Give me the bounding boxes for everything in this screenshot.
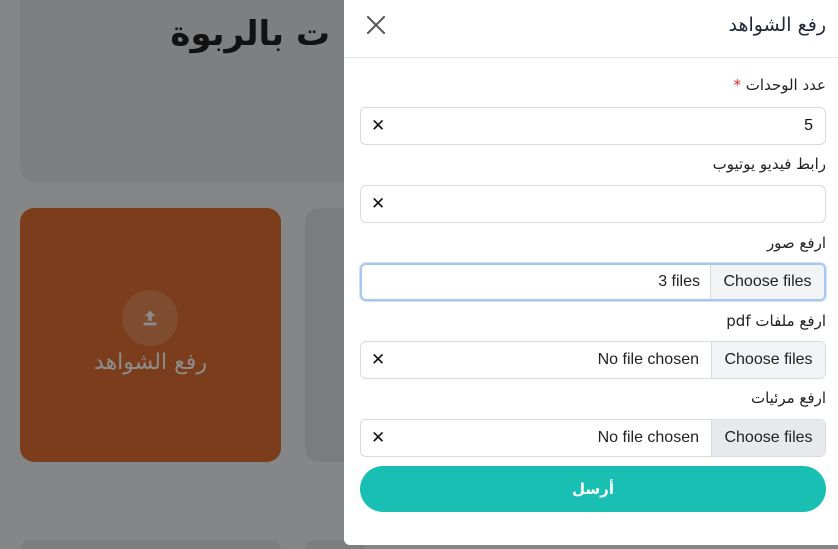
close-icon[interactable]: [364, 13, 388, 37]
required-mark: *: [733, 76, 742, 94]
choose-files-button[interactable]: Choose files: [711, 342, 825, 378]
clear-icon[interactable]: ✕: [371, 194, 389, 214]
units-input[interactable]: ✕ 5: [360, 107, 826, 145]
choose-files-button[interactable]: Choose files: [711, 420, 825, 456]
units-label: عدد الوحدات *: [733, 76, 826, 94]
file-status: 3 files: [658, 273, 700, 290]
submit-button[interactable]: أرسل: [360, 466, 826, 512]
images-file-input[interactable]: Choose files 3 files: [360, 263, 826, 301]
pdf-label: ارفع ملفات pdf: [726, 312, 826, 330]
choose-files-button[interactable]: Choose files: [710, 265, 824, 299]
clear-icon[interactable]: ✕: [371, 116, 389, 136]
videos-label: ارفع مرئيات: [750, 389, 826, 407]
file-status: No file chosen: [597, 429, 699, 446]
pdf-file-input[interactable]: ✕ Choose files No file chosen: [360, 341, 826, 379]
youtube-url-input[interactable]: ✕: [360, 185, 826, 223]
drawer-title: رفع الشواهد: [728, 14, 826, 36]
clear-icon[interactable]: ✕: [371, 428, 389, 448]
clear-icon[interactable]: ✕: [371, 350, 389, 370]
units-value: 5: [804, 117, 813, 134]
videos-file-input[interactable]: ✕ Choose files No file chosen: [360, 419, 826, 457]
file-status: No file chosen: [597, 351, 699, 368]
upload-drawer: رفع الشواهد عدد الوحدات * ✕ 5 رابط فيديو…: [344, 0, 838, 545]
youtube-label: رابط فيديو يوتيوب: [712, 155, 826, 173]
images-label: ارفع صور: [766, 234, 826, 252]
drawer-header: رفع الشواهد: [344, 0, 838, 58]
